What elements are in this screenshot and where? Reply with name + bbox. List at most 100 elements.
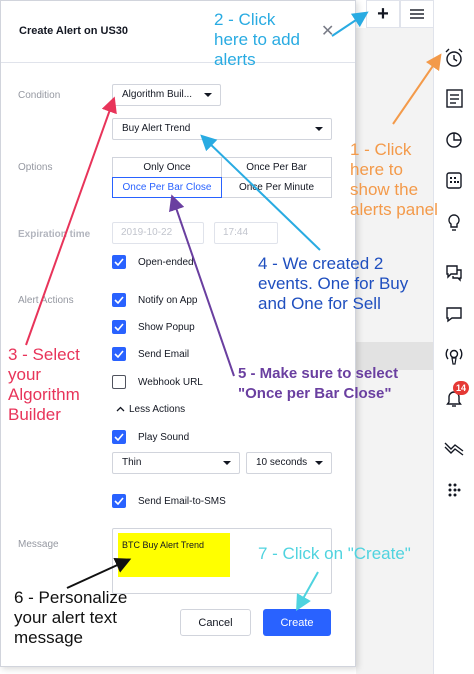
play-sound-label: Play Sound: [138, 432, 190, 443]
annotation-step1: 1 - Click here to show the alerts panel: [350, 140, 438, 220]
annotation-line: 6 - Personalize: [14, 588, 128, 607]
condition-source-select[interactable]: Algorithm Buil...: [112, 84, 221, 106]
expiration-time-input[interactable]: 17:44: [214, 222, 278, 244]
show-popup-label: Show Popup: [138, 322, 195, 333]
send-email-checkbox[interactable]: [112, 347, 126, 361]
cancel-button[interactable]: Cancel: [180, 609, 251, 636]
annotation-line: here to add: [214, 30, 301, 49]
webhook-url-label: Webhook URL: [138, 377, 203, 388]
checkmark-icon: [114, 323, 124, 331]
notify-app-checkbox[interactable]: [112, 293, 126, 307]
less-actions-toggle[interactable]: Less Actions: [116, 404, 185, 415]
show-popup-checkbox[interactable]: [112, 320, 126, 334]
chevron-down-icon: [204, 93, 212, 97]
lightbulb-icon: [448, 214, 460, 231]
plus-icon: +: [377, 2, 389, 25]
alert-actions-label: Alert Actions: [18, 295, 74, 306]
more-options-button[interactable]: [440, 476, 468, 504]
checkmark-icon: [114, 497, 124, 505]
double-chevron-icon: [444, 442, 464, 456]
message-text: BTC Buy Alert Trend: [122, 540, 205, 550]
checkmark-icon: [114, 433, 124, 441]
calendar-button[interactable]: [440, 166, 468, 194]
add-alert-button[interactable]: +: [366, 0, 400, 28]
open-ended-checkbox[interactable]: [112, 255, 126, 269]
email-to-sms-label: Send Email-to-SMS: [138, 496, 226, 507]
expiration-date-input[interactable]: 2019-10-22: [112, 222, 204, 244]
pie-chart-icon: [446, 132, 462, 148]
streams-button[interactable]: [440, 342, 468, 370]
expiration-label: Expiration time: [18, 229, 91, 240]
option-once-per-minute[interactable]: Once Per Minute: [221, 177, 332, 198]
annotation-line: 7 - Click on "Create": [258, 544, 411, 563]
checkmark-icon: [114, 350, 124, 358]
broadcast-icon: [445, 348, 463, 365]
dots-grid-icon: [448, 483, 461, 497]
chat-bubbles-icon: [446, 265, 462, 282]
sound-name-select[interactable]: Thin: [112, 452, 240, 474]
checkmark-icon: [114, 296, 124, 304]
condition-event-select[interactable]: Buy Alert Trend: [112, 118, 332, 140]
play-sound-checkbox[interactable]: [112, 430, 126, 444]
annotation-line: message: [14, 628, 83, 647]
chevron-down-icon: [223, 461, 231, 465]
webhook-url-checkbox[interactable]: [112, 375, 126, 389]
alerts-list-button[interactable]: [400, 0, 434, 28]
annotation-line: your alert text: [14, 608, 117, 627]
annotation-step5: 5 - Make sure to select "Once per Bar Cl…: [238, 364, 398, 404]
annotation-line: Builder: [8, 405, 61, 424]
annotation-line: 5 - Make sure to select: [238, 365, 399, 382]
close-icon[interactable]: ✕: [321, 21, 334, 41]
open-ended-label: Open-ended: [138, 257, 194, 268]
message-label: Message: [18, 539, 59, 550]
chats-button[interactable]: [440, 258, 468, 286]
option-only-once[interactable]: Only Once: [112, 157, 222, 178]
dialog-header: Create Alert on US30 ✕: [1, 1, 355, 63]
annotation-step4: 4 - We created 2 events. One for Buy and…: [258, 254, 408, 314]
condition-label: Condition: [18, 90, 61, 101]
annotation-step3: 3 - Select your Algorithm Builder: [8, 345, 80, 425]
checkmark-icon: [114, 258, 124, 266]
condition-source-value: Algorithm Buil...: [122, 89, 193, 100]
news-list-icon: [446, 89, 463, 108]
annotation-step6: 6 - Personalize your alert text message: [14, 588, 127, 648]
option-once-per-bar[interactable]: Once Per Bar: [221, 157, 332, 178]
data-window-button[interactable]: [440, 126, 468, 154]
watchlist-button[interactable]: [440, 84, 468, 112]
annotation-line: 4 - We created 2: [258, 254, 384, 273]
annotation-line: 3 - Select: [8, 345, 80, 364]
alarm-clock-icon: [445, 48, 463, 67]
annotation-line: Algorithm: [8, 385, 80, 404]
sound-duration-value: 10 seconds: [256, 457, 308, 468]
annotation-line: your: [8, 365, 42, 384]
create-button[interactable]: Create: [263, 609, 331, 636]
chevron-up-icon: [116, 406, 125, 412]
ideas-button[interactable]: [440, 208, 468, 236]
annotation-line: 2 - Click: [214, 10, 276, 29]
annotation-line: events. One for Buy: [258, 274, 409, 293]
notify-app-label: Notify on App: [138, 295, 198, 306]
annotation-line: "Once per Bar Close": [238, 385, 392, 402]
private-chats-button[interactable]: [440, 300, 468, 328]
sound-name-value: Thin: [122, 457, 142, 468]
less-actions-label: Less Actions: [129, 404, 186, 415]
calendar-icon: [446, 172, 462, 189]
alerts-panel-button[interactable]: [440, 44, 468, 72]
notification-count-badge: 14: [453, 381, 469, 395]
email-to-sms-checkbox[interactable]: [112, 494, 126, 508]
option-once-per-bar-close[interactable]: Once Per Bar Close: [112, 177, 222, 198]
annotation-line: show the: [350, 180, 419, 199]
chevron-down-icon: [315, 127, 323, 131]
annotation-step2: 2 - Click here to add alerts: [214, 10, 300, 70]
annotation-line: here to: [350, 160, 403, 179]
send-email-label: Send Email: [138, 349, 190, 360]
annotation-line: 1 - Click: [350, 140, 412, 159]
annotation-line: and One for Sell: [258, 294, 381, 313]
chat-bubble-icon: [446, 307, 462, 323]
condition-event-value: Buy Alert Trend: [122, 123, 191, 134]
list-icon: [410, 9, 424, 19]
options-label: Options: [18, 162, 53, 173]
hide-panel-button[interactable]: [440, 436, 468, 464]
annotation-step7: 7 - Click on "Create": [258, 544, 411, 564]
sound-duration-select[interactable]: 10 seconds: [246, 452, 332, 474]
